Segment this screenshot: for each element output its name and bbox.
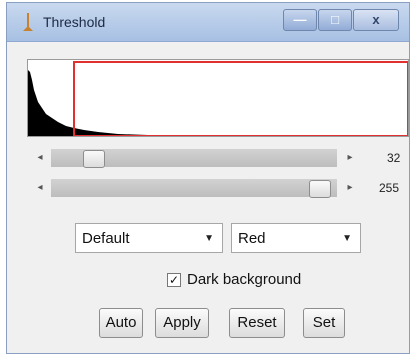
slider-track[interactable] xyxy=(51,149,337,168)
dark-background-label: Dark background xyxy=(187,271,302,288)
set-button[interactable]: Set xyxy=(303,308,345,338)
method-selected: Default xyxy=(82,230,130,247)
window-title: Threshold xyxy=(43,14,106,30)
dark-background-checkbox[interactable]: ✓ xyxy=(167,273,181,287)
display-dropdown[interactable]: Red ▼ xyxy=(231,223,361,253)
method-dropdown[interactable]: Default ▼ xyxy=(75,223,223,253)
slider-track[interactable] xyxy=(51,179,337,198)
chevron-down-icon: ▼ xyxy=(342,233,352,244)
histogram-distribution xyxy=(28,70,188,136)
threshold-window: Threshold — □ x ◂ ▸ 32 ◂ ▸ 255 Default ▼… xyxy=(6,2,410,354)
min-threshold-value: 32 xyxy=(387,151,401,165)
chevron-left-icon[interactable]: ◂ xyxy=(33,151,47,165)
histogram-plot xyxy=(28,61,408,136)
max-threshold-value: 255 xyxy=(379,181,400,195)
chevron-left-icon[interactable]: ◂ xyxy=(33,181,47,195)
display-selected: Red xyxy=(238,230,266,247)
app-icon xyxy=(23,13,33,31)
maximize-button[interactable]: □ xyxy=(318,9,352,31)
histogram xyxy=(27,59,409,137)
titlebar[interactable]: Threshold — □ x xyxy=(7,3,409,42)
chevron-right-icon[interactable]: ▸ xyxy=(343,151,357,165)
maximize-icon: □ xyxy=(331,12,339,27)
min-threshold-slider[interactable]: ◂ ▸ xyxy=(29,147,359,169)
minimize-icon: — xyxy=(293,12,307,27)
close-button[interactable]: x xyxy=(353,9,399,31)
slider-thumb[interactable] xyxy=(83,150,105,168)
close-icon: x xyxy=(372,12,380,27)
apply-button[interactable]: Apply xyxy=(155,308,209,338)
reset-button[interactable]: Reset xyxy=(229,308,285,338)
max-threshold-slider[interactable]: ◂ ▸ xyxy=(29,177,359,199)
slider-thumb[interactable] xyxy=(309,180,331,198)
minimize-button[interactable]: — xyxy=(283,9,317,31)
threshold-range-box xyxy=(73,61,408,136)
chevron-down-icon: ▼ xyxy=(204,233,214,244)
chevron-right-icon[interactable]: ▸ xyxy=(343,181,357,195)
auto-button[interactable]: Auto xyxy=(99,308,143,338)
